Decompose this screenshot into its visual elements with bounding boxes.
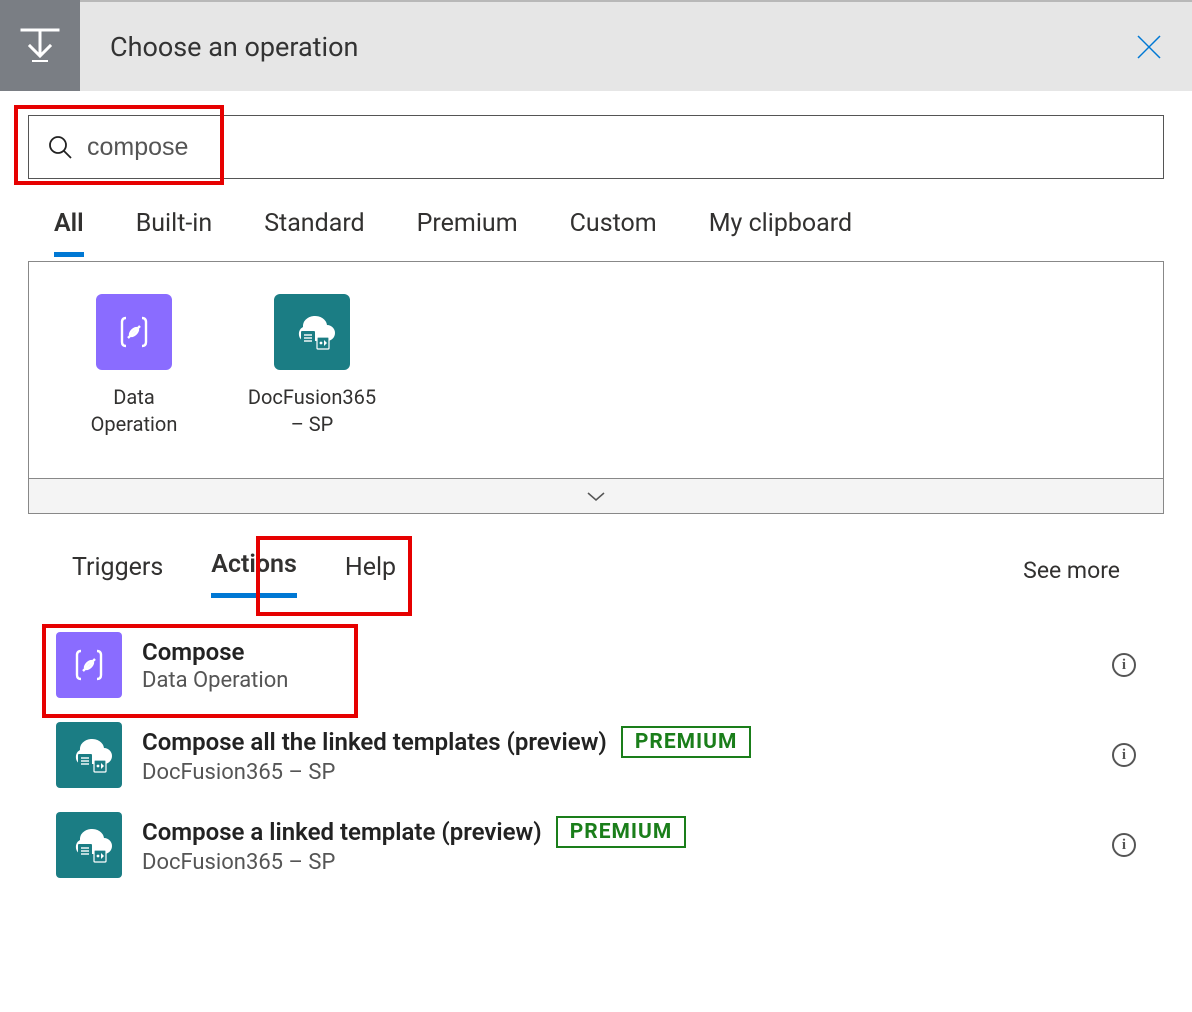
tab-builtin[interactable]: Built-in (136, 209, 213, 257)
info-icon[interactable]: i (1112, 833, 1136, 857)
chevron-down-icon (585, 489, 607, 503)
result-compose[interactable]: Compose Data Operation i (28, 620, 1164, 710)
docfusion-icon (56, 812, 122, 878)
result-subtitle: DocFusion365 – SP (142, 760, 751, 785)
close-button[interactable] (1134, 32, 1164, 66)
tab-standard[interactable]: Standard (264, 209, 364, 257)
result-title: Compose a linked template (preview) (142, 818, 542, 846)
search-input[interactable] (87, 133, 1145, 162)
see-more-link[interactable]: See more (1023, 557, 1120, 584)
subtab-triggers[interactable]: Triggers (72, 545, 163, 596)
collapse-toggle[interactable] (29, 478, 1163, 514)
search-icon (47, 134, 73, 160)
dialog-title: Choose an operation (110, 31, 358, 63)
connector-label: DocFusion365 – SP (247, 384, 377, 438)
data-operation-icon (56, 632, 122, 698)
dialog-header: Choose an operation (0, 0, 1192, 91)
close-icon (1134, 32, 1164, 62)
subtab-help[interactable]: Help (345, 545, 396, 596)
docfusion-icon (56, 722, 122, 788)
filter-tabs: All Built-in Standard Premium Custom My … (0, 191, 1192, 257)
premium-badge: PREMIUM (556, 816, 687, 848)
result-compose-linked[interactable]: Compose a linked template (preview) PREM… (28, 800, 1164, 890)
subtab-actions[interactable]: Actions (211, 542, 297, 598)
results-list: Compose Data Operation i Compose all the… (28, 620, 1164, 890)
premium-badge: PREMIUM (621, 726, 752, 758)
tab-all[interactable]: All (54, 209, 84, 257)
connector-data-operation[interactable]: Data Operation (69, 294, 199, 438)
connector-label: Data Operation (69, 384, 199, 438)
result-subtitle: Data Operation (142, 668, 288, 693)
data-operation-icon (96, 294, 172, 370)
result-title: Compose (142, 638, 244, 666)
docfusion-icon (274, 294, 350, 370)
connector-panel: Data Operation DocFusion365 – SP (28, 261, 1164, 514)
subtab-row: Triggers Actions Help See more (28, 542, 1164, 598)
search-box[interactable] (28, 115, 1164, 179)
operation-type-icon (0, 0, 80, 91)
tab-premium[interactable]: Premium (417, 209, 518, 257)
result-title: Compose all the linked templates (previe… (142, 728, 607, 756)
info-icon[interactable]: i (1112, 743, 1136, 767)
connector-docfusion[interactable]: DocFusion365 – SP (247, 294, 377, 438)
info-icon[interactable]: i (1112, 653, 1136, 677)
tab-custom[interactable]: Custom (570, 209, 657, 257)
result-compose-all-linked[interactable]: Compose all the linked templates (previe… (28, 710, 1164, 800)
tab-clipboard[interactable]: My clipboard (709, 209, 852, 257)
result-subtitle: DocFusion365 – SP (142, 850, 686, 875)
